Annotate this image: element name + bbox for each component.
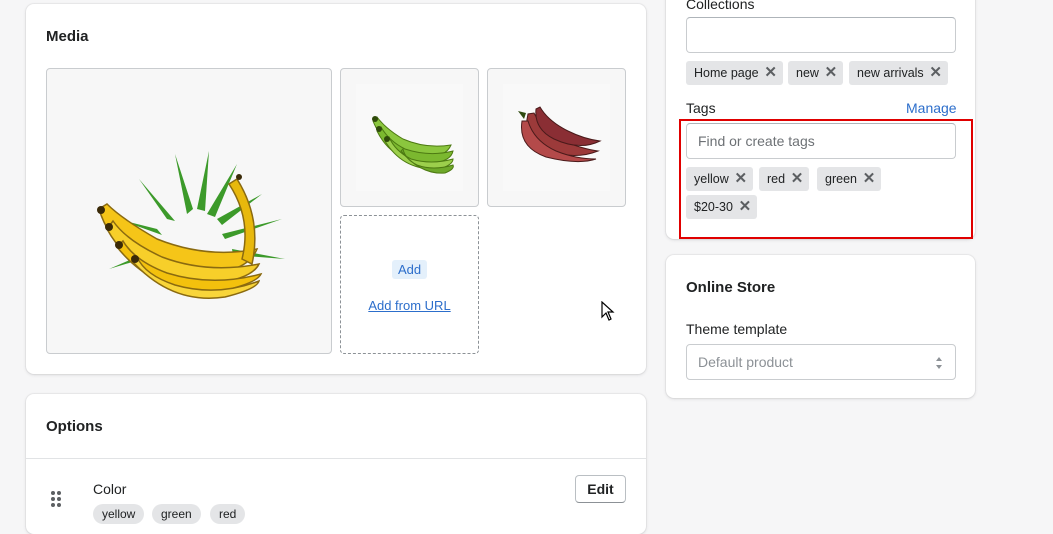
remove-collection-icon[interactable]: ✕ — [924, 61, 948, 85]
red-bananas-image — [503, 84, 610, 191]
online-store-card: Online Store Theme template Default prod… — [666, 255, 975, 398]
edit-option-button[interactable]: Edit — [575, 475, 626, 503]
drag-handle-icon[interactable] — [50, 490, 62, 508]
add-media-button[interactable]: Add — [392, 260, 428, 279]
collection-tag-label: Home page — [694, 66, 759, 80]
remove-collection-icon[interactable]: ✕ — [759, 61, 783, 85]
collection-tag-label: new — [796, 66, 819, 80]
collection-tag-label: new arrivals — [857, 66, 924, 80]
collections-input[interactable] — [686, 17, 956, 53]
collections-label: Collections — [686, 0, 755, 12]
options-title: Options — [46, 418, 103, 435]
mouse-cursor-icon — [601, 301, 615, 321]
collection-tag: new arrivals ✕ — [849, 61, 948, 85]
add-from-url-link[interactable]: Add from URL — [341, 298, 478, 313]
media-image-red-bananas[interactable] — [487, 68, 626, 207]
media-image-yellow-bananas[interactable] — [46, 68, 332, 354]
remove-collection-icon[interactable]: ✕ — [819, 61, 843, 85]
theme-template-label: Theme template — [686, 321, 788, 337]
yellow-bananas-image — [97, 151, 285, 299]
option-value-chip: red — [210, 504, 246, 524]
theme-template-value: Default product — [698, 354, 793, 370]
media-title: Media — [46, 28, 89, 45]
select-arrows-icon — [936, 357, 942, 369]
collection-tag: Home page ✕ — [686, 61, 783, 85]
media-image-green-bananas[interactable] — [340, 68, 479, 207]
online-store-title: Online Store — [686, 279, 776, 296]
option-value-chip: yellow — [93, 504, 145, 524]
media-card: Media Add Add from URL — [26, 4, 646, 374]
options-card: Options Color Edit yellow green red — [26, 394, 646, 534]
options-divider — [26, 458, 646, 459]
media-add-dropzone[interactable]: Add Add from URL — [340, 215, 479, 354]
tags-label: Tags — [686, 100, 716, 116]
green-bananas-image — [356, 84, 463, 191]
theme-template-select[interactable]: Default product — [686, 344, 956, 380]
option-value-chip: green — [152, 504, 201, 524]
option-name: Color — [93, 481, 127, 497]
tags-highlight-box — [679, 119, 973, 239]
manage-tags-link[interactable]: Manage — [906, 100, 957, 116]
collection-tag: new ✕ — [788, 61, 843, 85]
